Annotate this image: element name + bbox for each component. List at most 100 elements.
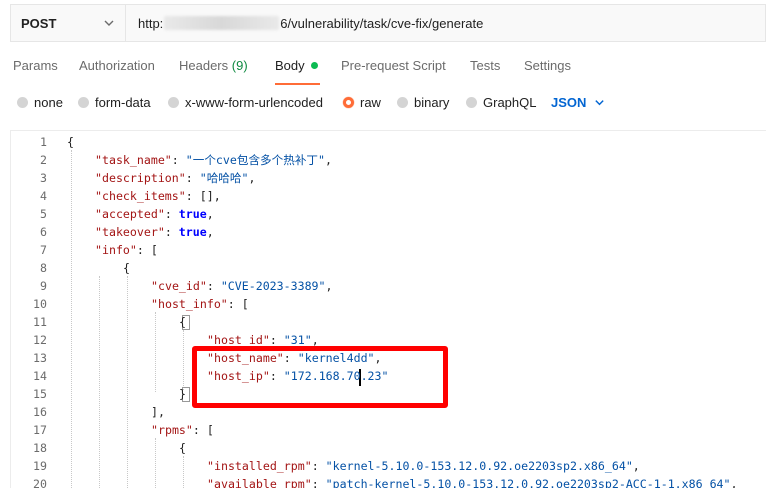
code-text: "info": [ — [95, 241, 158, 259]
code-line: 2 "task_name": "一个cve包含多个热补丁", — [11, 151, 766, 169]
radio-icon — [17, 97, 28, 108]
body-type-form-data[interactable]: form-data — [78, 95, 151, 110]
format-select-json[interactable]: JSON — [551, 95, 605, 110]
code-text: ], — [151, 403, 165, 421]
json-punctuation: , — [325, 279, 333, 293]
headers-count-badge: (9) — [231, 58, 248, 73]
body-code-editor[interactable]: 1{2 "task_name": "一个cve包含多个热补丁", 3 "descrip… — [10, 130, 766, 488]
code-text: { — [179, 439, 186, 457]
line-number: 5 — [40, 207, 47, 221]
json-punctuation: : — [269, 333, 284, 347]
line-number: 12 — [33, 333, 47, 347]
method-select[interactable]: POST — [11, 5, 126, 41]
radio-icon — [78, 97, 89, 108]
json-punctuation: ], — [151, 405, 165, 419]
code-text: "rpms": [ — [151, 421, 214, 439]
option-label: x-www-form-urlencoded — [185, 95, 323, 110]
json-string-value: "patch-kernel-5.10.0-153.12.0.92.oe2203s… — [325, 477, 731, 488]
url-input[interactable]: http: 6/vulnerability/task/cve-fix/gener… — [126, 16, 483, 31]
code-text: "takeover": true, — [95, 223, 214, 241]
radio-icon — [397, 97, 408, 108]
option-label: binary — [414, 95, 450, 110]
body-type-graphql[interactable]: GraphQL — [466, 95, 536, 110]
json-punctuation: [ — [150, 243, 158, 257]
line-number: 20 — [33, 477, 47, 488]
tab-headers[interactable]: Headers (9) — [179, 58, 248, 73]
json-punctuation: } — [179, 387, 186, 401]
line-number: 3 — [40, 171, 47, 185]
json-string-value: "一个cve包含多个热补丁" — [185, 153, 325, 167]
json-punctuation: : — [164, 225, 179, 239]
json-punctuation: , — [325, 153, 332, 167]
body-type-raw[interactable]: raw — [343, 95, 381, 110]
body-type-urlencoded[interactable]: x-www-form-urlencoded — [168, 95, 323, 110]
chevron-down-icon — [103, 17, 115, 29]
body-type-options: none form-data x-www-form-urlencoded raw… — [0, 91, 766, 115]
json-punctuation: : — [311, 459, 326, 473]
line-number: 17 — [33, 423, 47, 437]
body-type-none[interactable]: none — [17, 95, 63, 110]
code-text: { — [123, 259, 130, 277]
radio-selected-icon — [343, 97, 354, 108]
body-type-binary[interactable]: binary — [397, 95, 449, 110]
tab-tests[interactable]: Tests — [470, 58, 500, 73]
code-line: 5 "accepted": true, — [11, 205, 766, 223]
code-text: "cve_id": "CVE-2023-3389", — [151, 277, 333, 295]
tab-body-label: Body — [275, 58, 305, 73]
json-punctuation: , — [632, 459, 640, 473]
request-tabs: Params Authorization Headers (9) Body Pr… — [0, 50, 766, 85]
line-number: 4 — [40, 189, 47, 203]
format-label: JSON — [551, 95, 587, 110]
line-number: 13 — [33, 351, 47, 365]
line-number: 11 — [33, 315, 47, 329]
tab-body[interactable]: Body — [275, 58, 318, 73]
json-punctuation: : — [185, 171, 200, 185]
json-punctuation: { — [179, 315, 186, 329]
option-label: form-data — [95, 95, 151, 110]
tab-headers-label: Headers — [179, 58, 229, 73]
code-line: 9 "cve_id": "CVE-2023-3389", — [11, 277, 766, 295]
json-punctuation: : — [227, 297, 242, 311]
json-string-value: "CVE-2023-3389" — [220, 279, 326, 293]
json-key: "rpms" — [151, 423, 193, 437]
url-suffix: 6/vulnerability/task/cve-fix/generate — [280, 15, 484, 31]
json-punctuation: [ — [241, 297, 249, 311]
json-key: "host_info" — [151, 297, 228, 311]
json-punctuation: : — [206, 279, 221, 293]
json-punctuation: { — [67, 135, 74, 149]
url-prefix: http: — [138, 15, 164, 31]
json-punctuation: { — [179, 441, 186, 455]
json-punctuation: [ — [206, 423, 214, 437]
json-key: "installed_rpm" — [207, 459, 312, 473]
redacted-host — [164, 16, 280, 30]
line-number: 9 — [40, 279, 47, 293]
line-number: 19 — [33, 459, 47, 473]
code-line: 6 "takeover": true, — [11, 223, 766, 241]
json-string-value: "哈哈哈" — [199, 171, 249, 185]
tab-pre-request-script[interactable]: Pre-request Script — [341, 58, 446, 73]
json-punctuation: , — [730, 477, 738, 488]
json-key: "info" — [95, 243, 137, 257]
code-text: { — [179, 313, 186, 331]
line-number: 8 — [40, 261, 47, 275]
tab-settings[interactable]: Settings — [524, 58, 571, 73]
body-active-dot — [310, 62, 318, 69]
line-number: 7 — [40, 243, 47, 257]
code-line: 17 "rpms": [ — [11, 421, 766, 439]
code-text: "accepted": true, — [95, 205, 214, 223]
line-number: 16 — [33, 405, 47, 419]
code-text: } — [179, 385, 186, 403]
code-line: 19 "installed_rpm": "kernel-5.10.0-153.12… — [11, 457, 766, 475]
tab-params[interactable]: Params — [13, 58, 58, 73]
json-key: "check_items" — [95, 189, 186, 203]
option-label: GraphQL — [483, 95, 537, 110]
json-punctuation: , — [206, 207, 214, 221]
json-string-value: "31" — [283, 333, 312, 347]
tab-authorization[interactable]: Authorization — [79, 58, 155, 73]
code-line: 7 "info": [ — [11, 241, 766, 259]
json-string-value: "kernel-5.10.0-153.12.0.92.oe2203sp2.x86… — [325, 459, 633, 473]
json-punctuation: : — [164, 207, 179, 221]
code-line: 18 { — [11, 439, 766, 457]
line-number: 6 — [40, 225, 47, 239]
json-punctuation: , — [311, 333, 319, 347]
